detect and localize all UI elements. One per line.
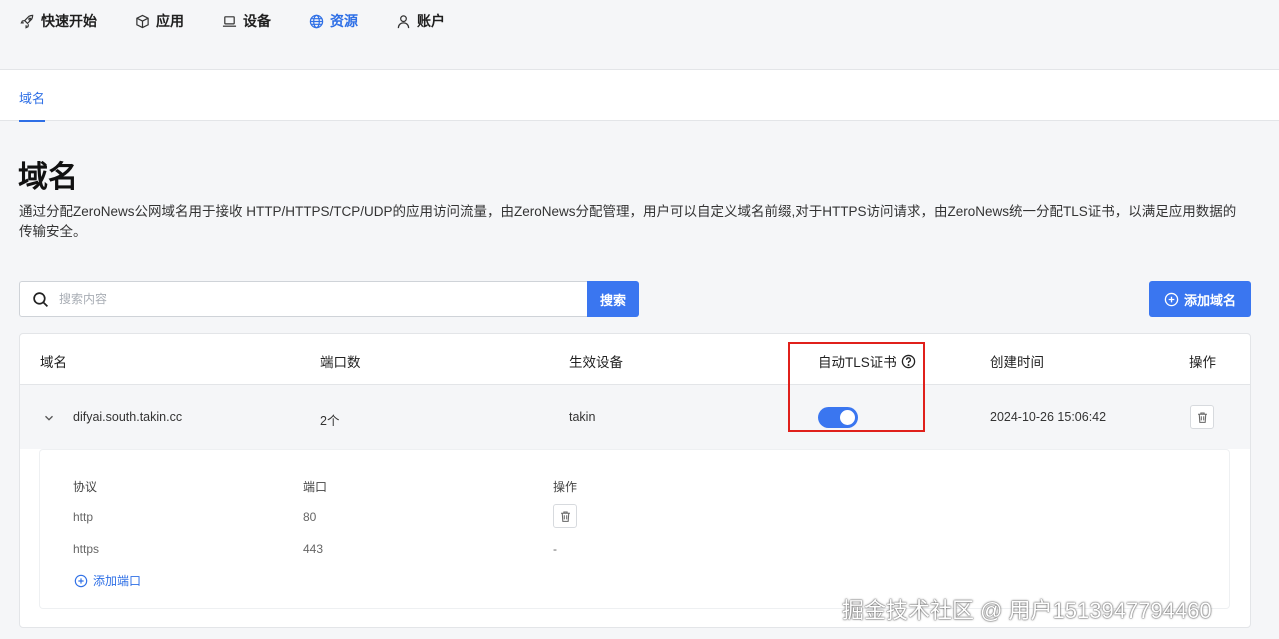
- sub-header-action: 操作: [553, 480, 578, 494]
- column-header-action: 操作: [1189, 355, 1216, 370]
- cell-created: 2024-10-26 15:06:42: [990, 410, 1107, 424]
- sub-tab-bar: 域名: [0, 70, 1279, 122]
- nav-label: 快速开始: [41, 13, 97, 29]
- sub-cell-port: 443: [303, 542, 324, 556]
- cube-icon: [136, 14, 149, 28]
- page-title: 域名: [18, 161, 78, 194]
- cell-domain: difyai.south.takin.cc: [73, 410, 183, 424]
- nav-item-apps[interactable]: 应用: [135, 12, 184, 30]
- nav-label: 应用: [156, 13, 184, 29]
- table-row: difyai.south.takin.cc 2个 takin 2024-10-2…: [20, 385, 1250, 449]
- add-port-link[interactable]: 添加端口: [74, 572, 141, 589]
- page-description: 通过分配ZeroNews公网域名用于接收 HTTP/HTTPS/TCP/UDP的…: [19, 204, 1237, 239]
- tls-toggle[interactable]: [818, 407, 858, 428]
- column-header-ports: 端口数: [320, 355, 361, 370]
- nav-item-resources[interactable]: 资源: [309, 12, 358, 30]
- sub-header-port: 端口: [303, 480, 328, 494]
- help-icon[interactable]: [901, 354, 916, 369]
- delete-domain-button[interactable]: [1190, 405, 1214, 429]
- domain-table: 域名 端口数 生效设备 自动TLS证书 创建时间 操作 difyai.south…: [19, 333, 1251, 628]
- table-header: 域名 端口数 生效设备 自动TLS证书 创建时间 操作: [20, 334, 1250, 385]
- sub-cell-port: 80: [303, 510, 317, 524]
- sub-cell-protocol: http: [73, 510, 94, 524]
- top-navigation: 快速开始 应用 设备 资源 账户: [0, 0, 1279, 70]
- laptop-icon: [222, 15, 237, 27]
- trash-icon: [1197, 412, 1207, 423]
- nav-label: 账户: [417, 13, 445, 29]
- nav-item-devices[interactable]: 设备: [222, 12, 271, 30]
- sub-cell-protocol: https: [73, 542, 100, 556]
- search-icon: [33, 291, 49, 307]
- search-box: [19, 281, 588, 317]
- add-domain-button[interactable]: 添加域名: [1149, 281, 1251, 317]
- add-domain-label: 添加域名: [1183, 292, 1236, 308]
- trash-icon: [560, 511, 570, 522]
- add-port-label: 添加端口: [93, 574, 142, 588]
- column-header-created: 创建时间: [990, 355, 1044, 370]
- column-header-device: 生效设备: [569, 355, 623, 370]
- nav-label: 设备: [243, 13, 271, 29]
- delete-port-button[interactable]: [553, 504, 577, 528]
- nav-label: 资源: [330, 13, 358, 29]
- column-header-domain: 域名: [40, 355, 67, 370]
- nav-item-quickstart[interactable]: 快速开始: [20, 12, 97, 30]
- plus-circle-icon: [74, 574, 88, 587]
- rocket-icon: [20, 14, 34, 29]
- tab-domain[interactable]: 域名: [19, 88, 46, 122]
- watermark: 掘金技术社区 @ 用户1513947794460: [842, 598, 1212, 623]
- plus-circle-icon: [1164, 292, 1179, 306]
- sub-cell-action: -: [553, 542, 557, 556]
- cell-device: takin: [569, 410, 596, 424]
- port-subtable: 协议 端口 操作 http 80 https 443 - 添加端口: [40, 450, 1229, 608]
- cell-ports: 2个: [320, 414, 340, 428]
- search-input[interactable]: [59, 292, 559, 306]
- column-header-tls: 自动TLS证书: [818, 351, 916, 371]
- search-button[interactable]: 搜索: [587, 281, 639, 317]
- globe-icon: [309, 14, 324, 28]
- nav-item-account[interactable]: 账户: [396, 12, 445, 30]
- user-icon: [397, 14, 410, 28]
- sub-header-protocol: 协议: [73, 480, 98, 494]
- chevron-down-icon[interactable]: [42, 411, 56, 425]
